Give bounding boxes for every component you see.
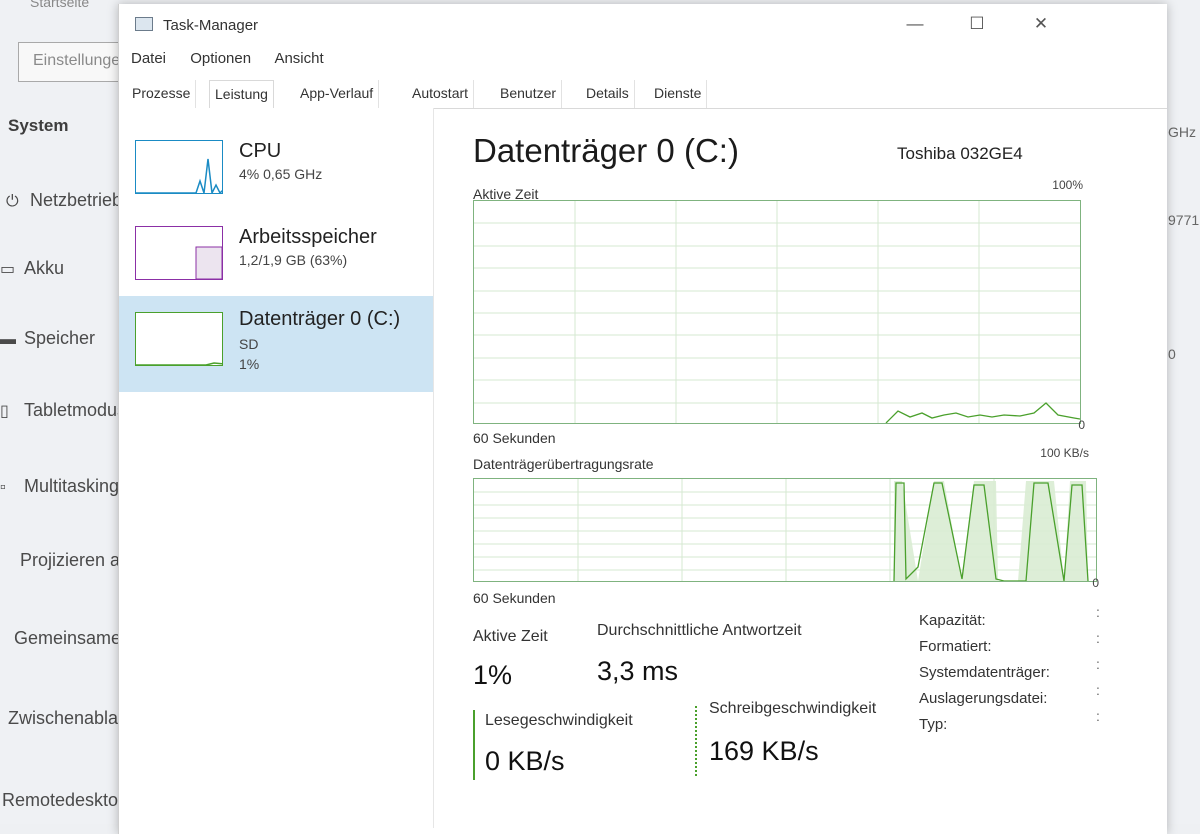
resource-disk-0[interactable]: Datenträger 0 (C:) SD 1%: [119, 296, 433, 392]
active-time-graph-duration: 60 Sekunden: [473, 430, 556, 446]
settings-home-link[interactable]: Startseite: [30, 0, 89, 10]
memory-mini-graph: [135, 226, 223, 280]
power-icon: ⏻: [6, 193, 19, 210]
bg-right-text: 0: [1168, 346, 1176, 362]
active-time-graph-min: 0: [1078, 418, 1085, 432]
resource-memory[interactable]: Arbeitsspeicher 1,2/1,9 GB (63%): [119, 216, 433, 302]
resource-list: CPU 4% 0,65 GHz Arbeitsspeicher 1,2/1,9 …: [119, 108, 434, 828]
resource-usage: 4% 0,65 GHz: [239, 166, 323, 182]
read-speed-label: Lesegeschwindigkeit: [485, 712, 633, 729]
active-time-graph: [473, 200, 1081, 424]
property-formatted: Formatiert:: [919, 638, 992, 655]
tablet-icon: ▯: [0, 403, 9, 420]
resource-name: Arbeitsspeicher: [239, 226, 377, 248]
property-value: :: [1096, 630, 1100, 646]
disk-model: Toshiba 032GE4: [897, 144, 1023, 163]
property-value: :: [1096, 708, 1100, 724]
tab-app-history[interactable]: App-Verlauf: [295, 80, 380, 108]
bg-right-text: GHz: [1168, 124, 1196, 140]
settings-nav-label: Tabletmodus: [24, 400, 127, 420]
maximize-button[interactable]: ☐: [957, 10, 997, 38]
active-time-graph-max: 100%: [1052, 178, 1083, 192]
transfer-rate-graph-duration: 60 Sekunden: [473, 590, 556, 606]
menu-options[interactable]: Optionen: [190, 50, 251, 67]
resource-name: CPU: [239, 140, 282, 162]
menu-bar: Datei Optionen Ansicht: [131, 50, 344, 67]
title-bar[interactable]: Task-Manager — ☐ ✕: [119, 4, 1167, 44]
tab-processes[interactable]: Prozesse: [127, 80, 197, 108]
bg-right-text: 9771: [1168, 212, 1200, 228]
response-time-value: 3,3 ms: [597, 656, 679, 686]
write-speed-label: Schreibgeschwindigkeit: [709, 700, 877, 717]
settings-nav-label: Akku: [24, 258, 65, 278]
task-manager-icon: [135, 17, 153, 31]
settings-nav-tablet[interactable]: ▯ Tabletmodus: [0, 400, 126, 421]
property-value: :: [1096, 682, 1100, 698]
active-time-label: Aktive Zeit: [473, 628, 548, 645]
settings-nav-multitasking[interactable]: ▫ Multitasking: [0, 476, 119, 497]
resource-type: SD: [239, 336, 259, 352]
property-value: :: [1096, 656, 1100, 672]
window-title: Task-Manager: [163, 17, 259, 34]
resource-name: Datenträger 0 (C:): [239, 308, 401, 330]
detail-title: Datenträger 0 (C:): [473, 132, 739, 169]
read-legend-line: [473, 710, 475, 780]
write-legend-line: [695, 706, 697, 776]
property-page-file: Auslagerungsdatei:: [919, 690, 1048, 707]
property-system-disk: Systemdatenträger:: [919, 664, 1050, 681]
settings-nav-remote[interactable]: Remotedesktop: [2, 790, 128, 811]
response-time-label: Durchschnittliche Antwortzeit: [597, 622, 802, 639]
resource-cpu[interactable]: CPU 4% 0,65 GHz: [119, 130, 433, 216]
tab-startup[interactable]: Autostart: [407, 80, 475, 108]
settings-nav-label: Speicher: [24, 328, 96, 348]
property-value: :: [1096, 604, 1100, 620]
read-speed-value: 0 KB/s: [485, 746, 565, 776]
cpu-mini-graph: [135, 140, 223, 194]
disk-mini-graph: [135, 312, 223, 366]
battery-icon: ▭: [0, 261, 16, 278]
transfer-rate-graph-max: 100 KB/s: [1040, 446, 1089, 460]
tab-bar: Prozesse Leistung App-Verlauf Autostart …: [119, 80, 1167, 110]
transfer-rate-graph-label: Datenträgerübertragungsrate: [473, 456, 654, 472]
settings-nav-label: Remotedesktop: [2, 790, 129, 810]
settings-search-input[interactable]: Einstellungen suchen: [18, 42, 128, 82]
resource-usage: 1%: [239, 356, 260, 372]
close-button[interactable]: ✕: [1021, 10, 1061, 38]
tab-services[interactable]: Dienste: [649, 80, 708, 108]
minimize-button[interactable]: —: [895, 10, 935, 38]
settings-nav-storage[interactable]: ▬ Speicher: [0, 328, 95, 349]
storage-icon: ▬: [0, 331, 16, 348]
tab-users[interactable]: Benutzer: [495, 80, 563, 108]
menu-view[interactable]: Ansicht: [274, 50, 323, 67]
menu-file[interactable]: Datei: [131, 50, 166, 67]
task-manager-window: Task-Manager — ☐ ✕ Datei Optionen Ansich…: [118, 4, 1167, 834]
active-time-value: 1%: [473, 660, 513, 690]
resource-usage: 1,2/1,9 GB (63%): [239, 252, 348, 268]
property-type: Typ:: [919, 716, 948, 733]
transfer-rate-graph-min: 0: [1092, 576, 1099, 590]
tab-performance[interactable]: Leistung: [209, 80, 274, 110]
settings-section-title: System: [8, 116, 69, 135]
disk-properties: Kapazität: Formatiert: Systemdatenträger…: [919, 612, 1050, 742]
property-capacity: Kapazität:: [919, 612, 986, 629]
multitask-icon: ▫: [0, 479, 6, 496]
settings-nav-battery[interactable]: ▭ Akku: [0, 258, 64, 279]
write-speed-value: 169 KB/s: [709, 736, 819, 766]
tab-details[interactable]: Details: [581, 80, 635, 108]
transfer-rate-graph: [473, 478, 1097, 582]
settings-nav-label: Multitasking: [24, 476, 120, 496]
